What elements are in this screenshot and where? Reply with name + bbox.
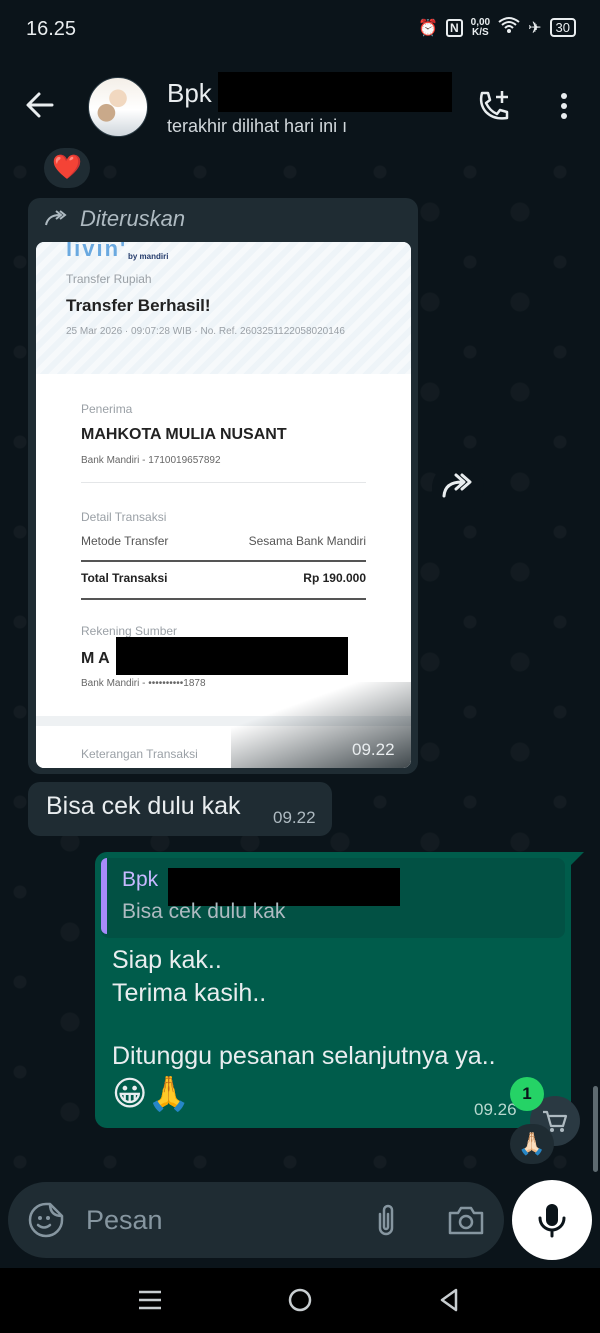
forward-icon bbox=[442, 473, 472, 498]
recent-apps-button[interactable] bbox=[136, 1286, 164, 1314]
status-bar: 16.25 ⏰ N 0,00 K/S ✈ 30 bbox=[0, 0, 600, 60]
system-back-button[interactable] bbox=[436, 1286, 464, 1314]
method-value: Sesama Bank Mandiri bbox=[248, 534, 366, 548]
divider bbox=[81, 482, 366, 483]
bubble-tail bbox=[570, 852, 584, 866]
attach-button[interactable] bbox=[368, 1200, 404, 1240]
home-circle-icon bbox=[288, 1288, 312, 1312]
back-button[interactable] bbox=[20, 85, 60, 125]
camera-icon bbox=[448, 1206, 484, 1235]
last-seen-status: terakhir dilihat hari ini ı bbox=[167, 116, 348, 136]
scrollbar[interactable] bbox=[593, 1086, 598, 1172]
message-input[interactable] bbox=[86, 1196, 356, 1244]
receipt-subtitle: Transfer Rupiah bbox=[66, 272, 152, 286]
detail-label: Detail Transaksi bbox=[81, 510, 167, 524]
wifi-icon bbox=[498, 16, 520, 39]
message-emoji: 😀🙏 bbox=[112, 1075, 190, 1113]
microphone-icon bbox=[538, 1204, 566, 1238]
nfc-icon: N bbox=[445, 18, 463, 37]
recipient-name: MAHKOTA MULIA NUSANT bbox=[81, 426, 287, 443]
airplane-icon: ✈ bbox=[528, 19, 542, 37]
forwarded-label: Diteruskan bbox=[80, 206, 186, 231]
message-text: Bisa cek dulu kak bbox=[46, 792, 241, 820]
quote-sender-name: Bpk bbox=[122, 868, 159, 891]
message-text-line: Terima kasih.. bbox=[112, 979, 267, 1007]
voice-message-button[interactable] bbox=[512, 1180, 592, 1260]
heart-reaction[interactable]: ❤️ bbox=[44, 148, 90, 188]
battery-indicator: 30 bbox=[549, 18, 576, 37]
recipient-label: Penerima bbox=[81, 402, 133, 416]
total-value: Rp 190.000 bbox=[303, 571, 366, 585]
more-vert-icon bbox=[561, 93, 567, 119]
total-label: Total Transaksi bbox=[81, 571, 168, 585]
contact-name[interactable]: Bpk bbox=[167, 78, 212, 109]
message-time: 09.22 bbox=[352, 740, 395, 759]
sticker-button[interactable] bbox=[26, 1200, 66, 1240]
redaction-box bbox=[218, 72, 452, 112]
message-text-line: Siap kak.. bbox=[112, 946, 222, 974]
back-triangle-icon bbox=[440, 1288, 458, 1312]
back-arrow-icon bbox=[26, 92, 54, 118]
add-call-button[interactable] bbox=[474, 86, 514, 126]
forward-button[interactable] bbox=[432, 462, 484, 514]
transfer-receipt-image[interactable]: livin' by mandiri Transfer Rupiah Transf… bbox=[36, 242, 411, 768]
network-speed: 0,00 K/S bbox=[471, 17, 490, 38]
message-time: 09.26 bbox=[474, 1100, 517, 1119]
menu-icon bbox=[139, 1290, 161, 1310]
receipt-title: Transfer Berhasil! bbox=[66, 296, 211, 315]
forwarded-icon bbox=[44, 209, 70, 231]
divider bbox=[81, 598, 366, 600]
message-time: 09.22 bbox=[273, 808, 316, 827]
cart-count-badge: 1 bbox=[510, 1077, 544, 1111]
phone-add-icon bbox=[479, 91, 509, 120]
method-label: Metode Transfer bbox=[81, 534, 169, 548]
bank-logo: livin' bbox=[66, 242, 128, 261]
home-button[interactable] bbox=[286, 1286, 314, 1314]
sticker-icon bbox=[28, 1202, 64, 1238]
camera-button[interactable] bbox=[444, 1200, 488, 1240]
quote-text: Bisa cek dulu kak bbox=[122, 900, 286, 923]
chat-header: Bpk terakhir dilihat hari ini ı bbox=[0, 60, 600, 152]
status-time: 16.25 bbox=[26, 18, 77, 40]
status-icons: ⏰ N 0,00 K/S ✈ 30 bbox=[418, 16, 576, 39]
note-label: Keterangan Transaksi bbox=[81, 747, 198, 761]
redaction-box bbox=[116, 637, 348, 675]
recipient-bank: Bank Mandiri - 1710019657892 bbox=[81, 455, 221, 466]
alarm-icon: ⏰ bbox=[418, 19, 438, 37]
contact-avatar[interactable] bbox=[88, 77, 148, 137]
receipt-date-ref: 25 Mar 2026 · 09:07:28 WIB · No. Ref. 26… bbox=[66, 326, 345, 337]
paperclip-icon bbox=[378, 1204, 394, 1236]
bank-logo-sub: by mandiri bbox=[128, 252, 169, 261]
net-speed-unit: K/S bbox=[472, 26, 489, 38]
more-options-button[interactable] bbox=[550, 86, 578, 126]
quote-accent-bar bbox=[101, 858, 107, 934]
source-account-bank: Bank Mandiri - ••••••••••1878 bbox=[81, 678, 206, 689]
message-text-line: Ditunggu pesanan selanjutnya ya.. bbox=[112, 1042, 496, 1070]
pray-reaction[interactable]: 🙏🏻 bbox=[510, 1124, 554, 1164]
divider bbox=[81, 560, 366, 562]
source-account-label: Rekening Sumber bbox=[81, 624, 178, 638]
source-account-name: M A bbox=[81, 650, 110, 667]
